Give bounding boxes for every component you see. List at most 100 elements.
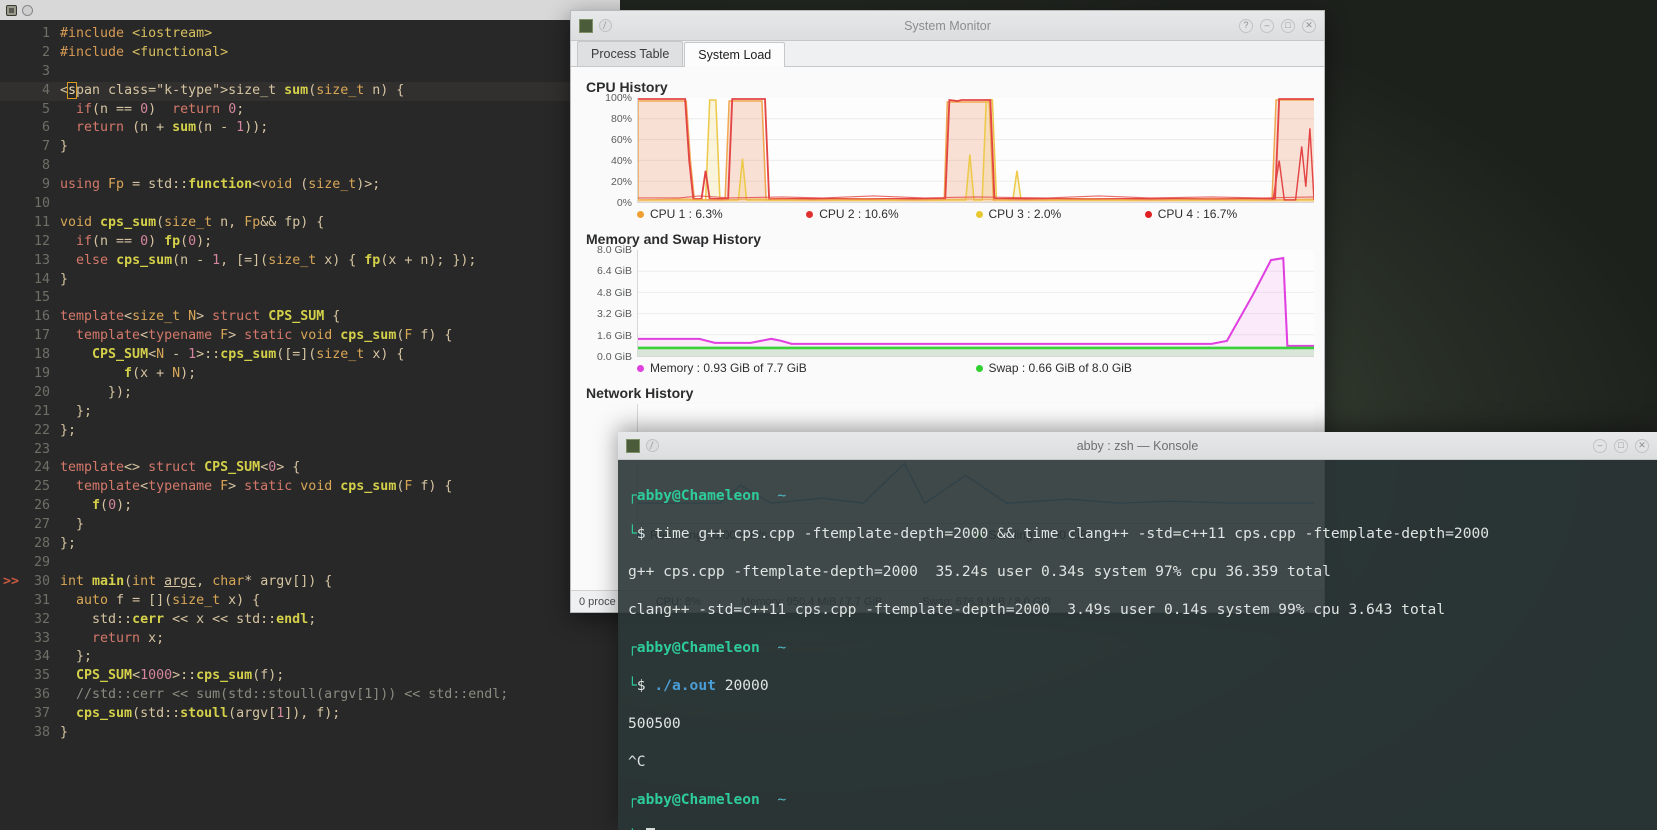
close-button[interactable]: ✕ <box>1635 438 1649 453</box>
maximize-button[interactable]: □ <box>1281 18 1295 33</box>
system-monitor-titlebar[interactable]: System Monitor ? – □ ✕ <box>571 11 1324 41</box>
help-button[interactable]: ? <box>1239 18 1253 33</box>
vim-line-text: CPS_SUM<N - 1>::cps_sum([=](size_t x) { <box>92 347 405 363</box>
vim-line-text: template<> struct CPS_SUM<0> { <box>60 460 301 476</box>
vim-line-36: 36 //std::cerr << sum(std::stoull(argv[1… <box>0 686 620 705</box>
vim-line-number: 30 <box>33 573 50 589</box>
vim-line-number: 34 <box>33 649 50 665</box>
vim-line-text: auto f = [](size_t x) { <box>76 592 261 608</box>
system-monitor-title: System Monitor <box>904 18 991 33</box>
vim-sign-column <box>0 44 22 63</box>
vim-sign-column <box>0 119 22 138</box>
window-menu-icon[interactable] <box>646 439 659 452</box>
vim-line-19: 19 f(x + N); <box>0 365 620 384</box>
window-menu-icon[interactable] <box>22 4 33 16</box>
vim-line-1: 1 #include <iostream> <box>0 25 620 44</box>
vim-line-3: 3 <box>0 63 620 82</box>
konsole-text-area[interactable]: ┌abby@Chameleon ~ └$ time g++ cps.cpp -f… <box>618 460 1657 830</box>
output-line-1: g++ cps.cpp -ftemplate-depth=2000 35.24s… <box>628 563 1331 580</box>
vim-line-text: cps_sum(std::stoull(argv[1]), f); <box>76 706 341 722</box>
command-line-2: └$ ./a.out 20000 <box>628 677 769 694</box>
command-text-1: time g++ cps.cpp -ftemplate-depth=2000 &… <box>654 525 1490 542</box>
vim-line-35: 35 CPS_SUM<1000>::cps_sum(f); <box>0 667 620 686</box>
vim-line-number: 25 <box>33 479 50 495</box>
tab-process-table[interactable]: Process Table <box>577 41 684 66</box>
vim-line-26: 26 f(0); <box>0 497 620 516</box>
cpu-legend-item: CPU 3 : 2.0% <box>975 207 1145 221</box>
memory-plot-svg <box>638 256 1314 356</box>
vim-sign-column <box>0 365 22 384</box>
memory-legend: Memory : 0.93 GiB of 7.7 GiB Swap : 0.66 … <box>581 357 1314 381</box>
minimize-button[interactable]: – <box>1593 438 1607 453</box>
vim-line-number: 6 <box>41 120 50 136</box>
vim-sign-column <box>0 403 22 422</box>
vim-line-number: 37 <box>33 706 50 722</box>
vim-line-37: 37 cps_sum(std::stoull(argv[1]), f); <box>0 705 620 724</box>
cpu-plot-area <box>637 98 1314 203</box>
cpu-y-tick: 20% <box>610 176 632 188</box>
cpu-plot-svg <box>638 98 1314 202</box>
vim-line-number: 23 <box>33 441 50 457</box>
prompt-header-3: ┌abby@Chameleon ~ <box>628 791 787 808</box>
vim-text-area[interactable]: 1 #include <iostream> 2 #include <functiona… <box>0 20 620 830</box>
vim-titlebar[interactable] <box>0 0 620 20</box>
vim-line-text: }; <box>60 422 77 438</box>
konsole-titlebar[interactable]: abby : zsh — Konsole – □ ✕ <box>618 432 1657 460</box>
vim-line-23: 23 <box>0 441 620 460</box>
cpu-y-tick: 60% <box>610 134 632 146</box>
legend-color-dot <box>975 364 983 372</box>
vim-line-text: int main(int argc, char* argv[]) { <box>60 573 333 589</box>
vim-sign-column <box>0 82 22 101</box>
legend-label: CPU 3 : 2.0% <box>988 207 1062 221</box>
output-line-2: clang++ -std=c++11 cps.cpp -ftemplate-de… <box>628 601 1446 618</box>
memory-y-tick: 8.0 GiB <box>596 244 632 256</box>
tab-system-load[interactable]: System Load <box>684 42 786 67</box>
vim-line-text: template<size_t N> struct CPS_SUM { <box>60 309 341 325</box>
memory-y-tick: 6.4 GiB <box>596 265 632 278</box>
vim-line-text <box>50 289 60 308</box>
vim-line-number: 28 <box>33 536 50 552</box>
vim-line-text: } <box>60 271 69 287</box>
vim-sign-column <box>0 233 22 252</box>
vim-line-17: 17 template<typename F> static void cps_… <box>0 327 620 346</box>
vim-sign-column <box>0 592 22 611</box>
vim-sign-column <box>0 271 22 290</box>
vim-sign-column <box>0 176 22 195</box>
konsole-window[interactable]: abby : zsh — Konsole – □ ✕ ┌abby@Chamele… <box>618 432 1657 830</box>
close-button[interactable]: ✕ <box>1302 18 1316 33</box>
vim-line-text: f(0); <box>92 498 133 514</box>
vim-line-text: } <box>60 724 69 740</box>
prompt-header-1: ┌abby@Chameleon ~ <box>628 487 787 504</box>
vim-sign-column <box>0 25 22 44</box>
vim-line-text: if(n == 0) return 0; <box>76 101 245 117</box>
vim-editor-window[interactable]: 1 #include <iostream> 2 #include <functiona… <box>0 0 620 830</box>
vim-sign-column <box>0 648 22 667</box>
minimize-button[interactable]: – <box>1260 18 1274 33</box>
vim-line-31: 31 auto f = [](size_t x) { <box>0 592 620 611</box>
memory-y-tick: 4.8 GiB <box>596 286 632 299</box>
vim-line-number: 7 <box>41 139 50 155</box>
maximize-button[interactable]: □ <box>1614 438 1628 453</box>
vim-sign-column <box>0 384 22 403</box>
legend-label: Memory : 0.93 GiB of 7.7 GiB <box>650 361 807 375</box>
vim-line-number: 9 <box>41 177 50 193</box>
command-line-1: └$ time g++ cps.cpp -ftemplate-depth=200… <box>628 525 1490 542</box>
vim-sign-column <box>0 554 22 573</box>
memory-legend-item: Swap : 0.66 GiB of 8.0 GiB <box>975 361 1315 375</box>
vim-sign-column <box>0 535 22 554</box>
vim-line-number: 4 <box>41 82 50 98</box>
vim-line-34: 34 }; <box>0 648 620 667</box>
vim-line-number: 1 <box>41 26 50 41</box>
vim-line-text: } <box>60 139 69 155</box>
window-menu-icon[interactable] <box>599 19 612 32</box>
cpu-legend-item: CPU 2 : 10.6% <box>806 207 975 221</box>
cpu-y-axis: 0% 20% 40% 60% 80% 100% <box>581 92 637 209</box>
memory-y-tick: 1.6 GiB <box>596 329 632 342</box>
user-host-3: abby@Chameleon <box>636 791 760 808</box>
cpu-y-tick: 0% <box>616 197 632 209</box>
legend-label: CPU 2 : 10.6% <box>819 207 899 221</box>
vim-sign-column <box>0 346 22 365</box>
vim-line-8: 8 <box>0 157 620 176</box>
vim-line-text: #include <functional> <box>60 44 229 60</box>
legend-label: Swap : 0.66 GiB of 8.0 GiB <box>988 361 1132 375</box>
